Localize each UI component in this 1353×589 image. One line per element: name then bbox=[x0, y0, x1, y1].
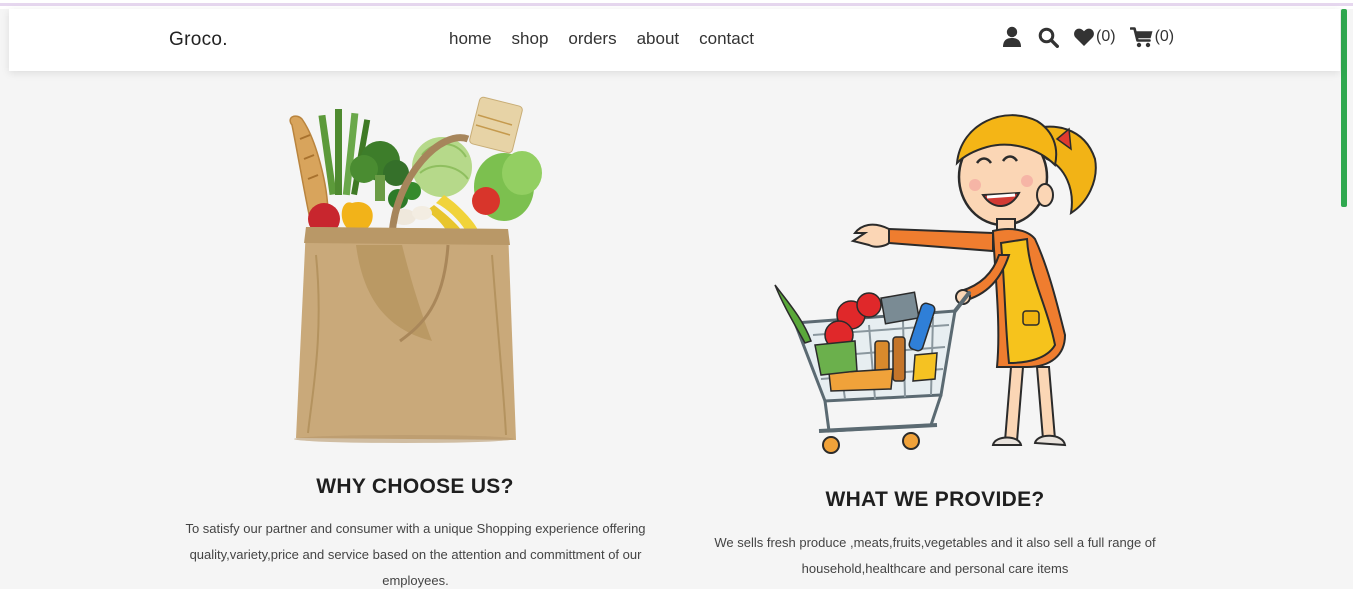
nav-contact[interactable]: contact bbox=[699, 29, 754, 49]
what-we-provide-title: WHAT WE PROVIDE? bbox=[825, 488, 1045, 511]
header-icons: (0) (0) bbox=[1002, 26, 1174, 48]
scroll-indicator[interactable] bbox=[1341, 9, 1347, 207]
nav-about[interactable]: about bbox=[637, 29, 680, 49]
wishlist-count: (0) bbox=[1096, 28, 1116, 45]
why-choose-us-title: WHY CHOOSE US? bbox=[316, 475, 514, 498]
heart-icon bbox=[1074, 28, 1094, 46]
brand-name: Groco bbox=[169, 29, 223, 50]
what-we-provide-text: We sells fresh produce ,meats,fruits,veg… bbox=[714, 535, 1156, 576]
nav-orders[interactable]: orders bbox=[568, 29, 616, 49]
nav-home[interactable]: home bbox=[449, 29, 492, 49]
site-header: Groco. home shop orders about contact (0… bbox=[9, 9, 1340, 71]
search-button[interactable] bbox=[1038, 27, 1059, 48]
cart-button[interactable]: (0) bbox=[1129, 26, 1175, 48]
main-nav: home shop orders about contact bbox=[449, 29, 754, 49]
user-icon bbox=[1003, 26, 1021, 47]
brand-dot: . bbox=[222, 29, 228, 50]
girl-with-cart-image bbox=[774, 114, 1097, 454]
wishlist-button[interactable]: (0) bbox=[1073, 27, 1116, 47]
why-choose-us-text: To satisfy our partner and consumer with… bbox=[185, 521, 646, 588]
top-accent-line bbox=[0, 3, 1353, 6]
brand-logo[interactable]: Groco. bbox=[169, 29, 228, 51]
cart-icon bbox=[1129, 26, 1153, 47]
nav-shop[interactable]: shop bbox=[512, 29, 549, 49]
search-icon bbox=[1038, 27, 1059, 48]
grocery-bag-image bbox=[289, 96, 542, 443]
top-border bbox=[0, 0, 1353, 9]
user-button[interactable] bbox=[1002, 26, 1022, 48]
cart-count: (0) bbox=[1154, 28, 1175, 45]
